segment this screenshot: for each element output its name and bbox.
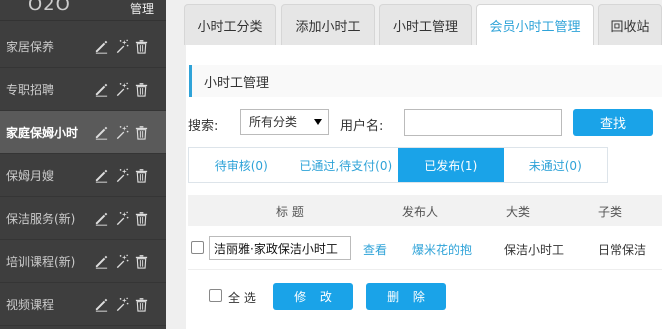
row-title-input[interactable]: 洁丽雅·家政保洁小时工 — [209, 236, 351, 260]
status-tabs: 待审核(0) 已通过,待支付(0) 已发布(1) 未通过(0) — [188, 147, 608, 183]
sidebar-item-actions — [93, 210, 149, 226]
magic-wand-icon[interactable] — [113, 38, 129, 54]
edit-icon[interactable] — [93, 124, 109, 140]
sidebar-item-nanny-maternity[interactable]: 保姆月嫂 — [0, 154, 166, 197]
magic-wand-icon[interactable] — [113, 167, 129, 183]
sidebar-item-training-course[interactable]: 培训课程(新) — [0, 240, 166, 283]
magic-wand-icon[interactable] — [113, 253, 129, 269]
sidebar-item-cleaning-service[interactable]: 保洁服务(新) — [0, 197, 166, 240]
edit-icon[interactable] — [93, 38, 109, 54]
sidebar: O2O 管理 家居保养专职招聘家庭保姆小时 保姆月嫂保洁服务(新) 培训课程(新) 视… — [0, 0, 166, 329]
bottom-action-bar: 全 选 修 改 删 除 — [188, 281, 662, 311]
magic-wand-icon[interactable] — [113, 296, 129, 312]
tab-bar: 小时工分类 添加小时工 小时工管理 会员小时工管理 回收站 — [166, 0, 662, 46]
username-label: 用户名: — [340, 119, 384, 134]
panel-title: 小时工管理 — [189, 65, 662, 97]
tab-label: 小时工分类 — [197, 19, 263, 35]
tab-label: 添加小时工 — [295, 19, 361, 35]
username-input[interactable] — [404, 109, 562, 136]
trash-icon[interactable] — [133, 167, 149, 183]
col-header-subcategory: 子类 — [598, 205, 623, 219]
row-publisher-link[interactable]: 爆米花的抱 — [412, 241, 472, 258]
tab-member-hourly-management[interactable]: 会员小时工管理 — [476, 4, 594, 46]
category-select[interactable]: 所有分类 — [240, 109, 329, 135]
col-header-publisher: 发布人 — [402, 205, 439, 219]
sidebar-item-label: 培训课程(新) — [6, 254, 76, 269]
table-row: 洁丽雅·家政保洁小时工 查看 爆米花的抱 保洁小时工 日常保洁 — [188, 226, 662, 270]
sidebar-header: O2O 管理 — [0, 0, 166, 21]
row-category: 保洁小时工 — [504, 243, 565, 257]
edit-icon[interactable] — [93, 210, 109, 226]
tab-recycle-bin[interactable]: 回收站 — [598, 4, 662, 45]
sidebar-item-recruitment[interactable]: 专职招聘 — [0, 68, 166, 111]
select-all-checkbox[interactable] — [209, 289, 222, 302]
magic-wand-icon[interactable] — [113, 81, 129, 97]
tab-add-hourly-worker[interactable]: 添加小时工 — [281, 4, 375, 45]
sidebar-item-label: 专职招聘 — [6, 82, 55, 97]
trash-icon[interactable] — [133, 253, 149, 269]
tab-label: 会员小时工管理 — [489, 20, 581, 35]
sidebar-item-label: 家居保养 — [6, 39, 55, 54]
dropdown-arrow-icon — [314, 119, 322, 125]
edit-icon[interactable] — [93, 296, 109, 312]
sidebar-item-video-course[interactable]: 视频课程 — [0, 283, 166, 326]
row-checkbox[interactable] — [191, 241, 204, 254]
tab-hourly-category[interactable]: 小时工分类 — [184, 4, 276, 45]
tab-label: 小时工管理 — [392, 19, 458, 35]
content-panel: 小时工管理 搜索: 所有分类 用户名: 查找 待审核(0) 已通过,待支付(0)… — [186, 45, 662, 329]
magic-wand-icon[interactable] — [113, 210, 129, 226]
find-button[interactable]: 查找 — [573, 109, 653, 136]
sidebar-item-home-care[interactable]: 家居保养 — [0, 25, 166, 68]
sidebar-item-actions — [93, 296, 149, 312]
sidebar-item-actions — [93, 81, 149, 97]
sidebar-item-label: 视频课程 — [6, 297, 55, 312]
main-area: 小时工分类 添加小时工 小时工管理 会员小时工管理 回收站 小时工管理 搜索: … — [166, 0, 662, 329]
trash-icon[interactable] — [133, 210, 149, 226]
status-tab-approved-unpaid[interactable]: 已通过,待支付(0) — [294, 148, 399, 182]
sidebar-item-actions — [93, 38, 149, 54]
row-view-link[interactable]: 查看 — [363, 241, 387, 258]
sidebar-manage-label: 管理 — [130, 2, 155, 16]
sidebar-logo: O2O — [28, 0, 71, 15]
trash-icon[interactable] — [133, 38, 149, 54]
status-tab-published[interactable]: 已发布(1) — [398, 148, 504, 182]
sidebar-item-label: 家庭保姆小时 — [6, 125, 79, 140]
edit-icon[interactable] — [93, 81, 109, 97]
delete-button[interactable]: 删 除 — [366, 283, 446, 310]
col-header-title: 标 题 — [276, 205, 304, 219]
edit-button[interactable]: 修 改 — [273, 283, 353, 310]
sidebar-item-label: 保姆月嫂 — [6, 168, 55, 183]
sidebar-item-actions — [93, 124, 149, 140]
edit-icon[interactable] — [93, 253, 109, 269]
row-subcategory: 日常保洁 — [598, 243, 647, 257]
col-header-category: 大类 — [506, 205, 531, 219]
edit-icon[interactable] — [93, 167, 109, 183]
tab-label: 回收站 — [610, 19, 650, 35]
select-all-label: 全 选 — [228, 291, 256, 305]
category-select-value: 所有分类 — [249, 115, 298, 129]
sidebar-item-actions — [93, 253, 149, 269]
trash-icon[interactable] — [133, 124, 149, 140]
status-tab-rejected[interactable]: 未通过(0) — [504, 148, 608, 182]
search-label: 搜索: — [188, 119, 219, 134]
trash-icon[interactable] — [133, 81, 149, 97]
sidebar-item-actions — [93, 167, 149, 183]
sidebar-item-label: 保洁服务(新) — [6, 211, 76, 226]
sidebar-item-hourly-nanny[interactable]: 家庭保姆小时 — [0, 111, 166, 154]
status-tab-pending[interactable]: 待审核(0) — [189, 148, 294, 182]
tab-hourly-management[interactable]: 小时工管理 — [379, 4, 472, 45]
table-header: 标 题 发布人 大类 子类 — [188, 195, 662, 226]
search-row: 搜索: 所有分类 用户名: 查找 — [186, 109, 662, 137]
trash-icon[interactable] — [133, 296, 149, 312]
magic-wand-icon[interactable] — [113, 124, 129, 140]
